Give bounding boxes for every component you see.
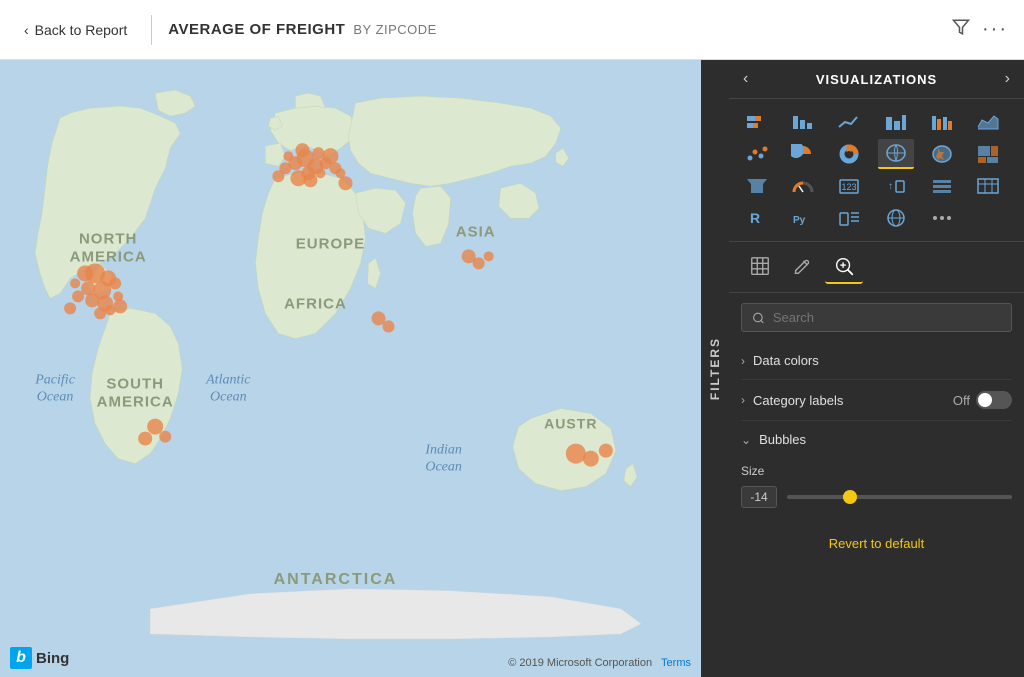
- viz-scatter-icon[interactable]: [739, 139, 775, 169]
- search-box[interactable]: [741, 303, 1012, 332]
- svg-text:AUSTR: AUSTR: [544, 416, 597, 432]
- viz-pie-icon[interactable]: [785, 139, 821, 169]
- copyright-text: © 2019 Microsoft Corporation: [508, 657, 652, 669]
- svg-text:SOUTH: SOUTH: [106, 376, 164, 393]
- viz-funnel-icon[interactable]: [739, 171, 775, 201]
- filter-icon[interactable]: [952, 18, 970, 41]
- slider-track[interactable]: [787, 495, 1012, 499]
- viz-stacked-bar-icon[interactable]: [739, 107, 775, 137]
- slider-value: -14: [741, 486, 777, 508]
- viz-card-icon[interactable]: 123: [831, 171, 867, 201]
- world-map-svg: Pacific Ocean Atlantic Ocean Indian Ocea…: [0, 60, 701, 677]
- svg-text:Py: Py: [793, 215, 806, 226]
- bing-icon: b: [10, 647, 32, 669]
- viz-grouped-bar-icon[interactable]: [924, 107, 960, 137]
- more-options-icon[interactable]: ···: [982, 18, 1008, 41]
- map-copyright: © 2019 Microsoft Corporation Terms: [508, 657, 691, 669]
- panel-header: ‹ VISUALIZATIONS ›: [729, 60, 1024, 99]
- svg-text:ANTARCTICA: ANTARCTICA: [274, 570, 398, 588]
- top-bar-divider: [151, 15, 152, 45]
- viz-donut-icon[interactable]: [831, 139, 867, 169]
- map-area[interactable]: Pacific Ocean Atlantic Ocean Indian Ocea…: [0, 60, 701, 677]
- viz-area-icon[interactable]: [970, 107, 1006, 137]
- bing-label: Bing: [36, 650, 69, 667]
- viz-gauge-icon[interactable]: [785, 171, 821, 201]
- slider-label: Size: [741, 464, 1012, 478]
- svg-text:ASIA: ASIA: [456, 223, 496, 240]
- viz-table-icon[interactable]: [970, 171, 1006, 201]
- format-sections: › Data colors › Category labels Off: [729, 342, 1024, 421]
- svg-text:AFRICA: AFRICA: [284, 295, 347, 312]
- panel-collapse-button[interactable]: ‹: [743, 70, 748, 88]
- slider-thumb[interactable]: [843, 490, 857, 504]
- category-labels-chevron: ›: [741, 393, 745, 407]
- filters-tab-label: FILTERS: [708, 337, 722, 400]
- svg-text:Ocean: Ocean: [425, 460, 462, 475]
- slider-section: Size -14: [729, 458, 1024, 524]
- back-label: Back to Report: [35, 22, 128, 38]
- svg-text:EUROPE: EUROPE: [296, 235, 365, 252]
- viz-filled-map-icon[interactable]: [924, 139, 960, 169]
- back-button[interactable]: ‹ Back to Report: [16, 18, 135, 42]
- analytics-tab[interactable]: [825, 250, 863, 284]
- chart-title: AVERAGE OF FREIGHT: [168, 21, 345, 38]
- bing-logo: b Bing: [10, 647, 69, 669]
- fields-tab[interactable]: [741, 250, 779, 284]
- bubbles-label: Bubbles: [759, 432, 806, 447]
- search-input[interactable]: [773, 310, 1001, 325]
- svg-text:AMERICA: AMERICA: [97, 394, 174, 411]
- svg-text:123: 123: [842, 182, 857, 192]
- viz-treemap-icon[interactable]: [970, 139, 1006, 169]
- category-labels-label: Category labels: [753, 393, 953, 408]
- main-content: Pacific Ocean Atlantic Ocean Indian Ocea…: [0, 60, 1024, 677]
- back-chevron-icon: ‹: [24, 22, 29, 38]
- viz-map-icon[interactable]: [878, 139, 914, 169]
- viz-slicer-icon[interactable]: [924, 171, 960, 201]
- category-labels-toggle[interactable]: [976, 391, 1012, 409]
- viz-line-icon[interactable]: [831, 107, 867, 137]
- right-panel: ‹ VISUALIZATIONS ›: [729, 60, 1024, 677]
- viz-kpi-icon[interactable]: ↑: [878, 171, 914, 201]
- panel-expand-button[interactable]: ›: [1005, 70, 1010, 88]
- slider-row: -14: [741, 486, 1012, 508]
- svg-text:Ocean: Ocean: [210, 390, 247, 405]
- category-labels-section[interactable]: › Category labels Off: [741, 380, 1012, 421]
- bubbles-chevron: ⌄: [741, 433, 751, 447]
- viz-custom1-icon[interactable]: [831, 203, 867, 233]
- viz-python-icon[interactable]: Py: [785, 203, 821, 233]
- revert-button[interactable]: Revert to default: [729, 524, 1024, 563]
- svg-text:R: R: [750, 210, 760, 226]
- filters-tab[interactable]: FILTERS: [701, 60, 729, 677]
- panel-title: VISUALIZATIONS: [816, 72, 937, 87]
- top-bar-actions: ···: [952, 18, 1008, 41]
- data-colors-label: Data colors: [753, 353, 1012, 368]
- tab-row: [729, 242, 1024, 293]
- svg-text:↑: ↑: [888, 181, 893, 192]
- svg-text:Ocean: Ocean: [37, 390, 74, 405]
- viz-grid: 123 ↑ R Py: [729, 99, 1024, 242]
- svg-text:Pacific: Pacific: [34, 373, 75, 388]
- viz-r-script-icon[interactable]: R: [739, 203, 775, 233]
- svg-text:NORTH: NORTH: [79, 230, 137, 247]
- data-colors-chevron: ›: [741, 354, 745, 368]
- svg-text:AMERICA: AMERICA: [70, 248, 147, 265]
- svg-text:Indian: Indian: [424, 443, 462, 458]
- viz-bar-icon[interactable]: [785, 107, 821, 137]
- format-tab[interactable]: [783, 250, 821, 284]
- category-labels-value: Off: [953, 393, 970, 408]
- viz-globe-icon[interactable]: [878, 203, 914, 233]
- viz-column-icon[interactable]: [878, 107, 914, 137]
- search-icon: [752, 311, 765, 325]
- toggle-knob: [978, 393, 992, 407]
- svg-text:Atlantic: Atlantic: [205, 373, 251, 388]
- terms-link[interactable]: Terms: [661, 657, 691, 669]
- bubbles-section-header[interactable]: ⌄ Bubbles: [729, 421, 1024, 458]
- chart-subtitle: BY ZIPCODE: [353, 22, 437, 37]
- top-bar: ‹ Back to Report AVERAGE OF FREIGHT BY Z…: [0, 0, 1024, 60]
- viz-more-icon[interactable]: [924, 203, 960, 233]
- data-colors-section[interactable]: › Data colors: [741, 342, 1012, 380]
